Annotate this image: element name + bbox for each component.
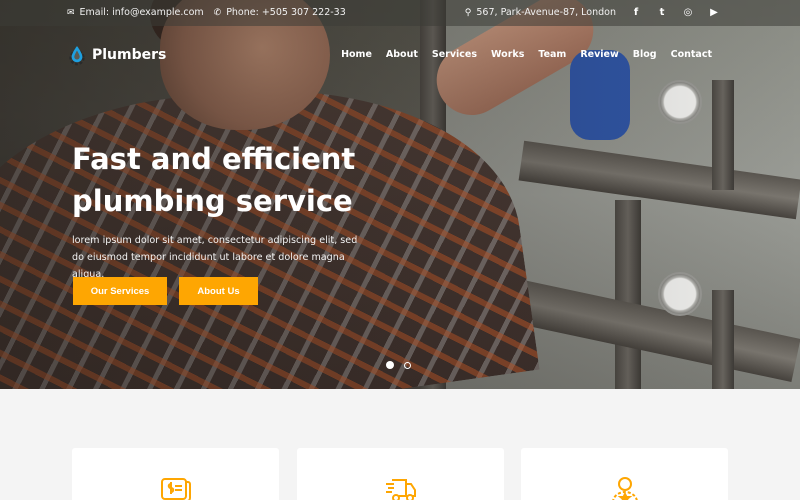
water-drop-gear-icon bbox=[69, 46, 85, 66]
nav-item-team[interactable]: Team bbox=[538, 49, 566, 60]
phone-info[interactable]: ✆ Phone: +505 307 222-33 bbox=[214, 7, 346, 18]
service-card[interactable] bbox=[72, 448, 279, 500]
nav-item-services[interactable]: Services bbox=[432, 49, 477, 60]
services-section bbox=[0, 389, 800, 500]
nav-item-home[interactable]: Home bbox=[341, 49, 372, 60]
nav-item-about[interactable]: About bbox=[386, 49, 418, 60]
hero-title: Fast and efficient plumbing service bbox=[72, 138, 432, 222]
nav-item-works[interactable]: Works bbox=[491, 49, 524, 60]
nav-item-contact[interactable]: Contact bbox=[671, 49, 712, 60]
delivery-truck-icon bbox=[385, 479, 416, 500]
top-info-bar: ✉ Email: info@example.com ✆ Phone: +505 … bbox=[0, 0, 800, 26]
invoice-dollar-icon bbox=[160, 478, 191, 500]
our-services-button[interactable]: Our Services bbox=[73, 277, 167, 305]
email-text: Email: info@example.com bbox=[79, 7, 204, 18]
phone-icon: ✆ bbox=[213, 7, 222, 18]
slider-dot[interactable] bbox=[404, 361, 411, 369]
envelope-icon: ✉ bbox=[67, 7, 75, 18]
youtube-icon[interactable]: ▶ bbox=[708, 7, 720, 18]
about-us-button[interactable]: About Us bbox=[179, 277, 258, 305]
map-pin-icon: ⚲ bbox=[464, 7, 472, 18]
slider-pagination bbox=[386, 361, 411, 369]
hero-banner: ✉ Email: info@example.com ✆ Phone: +505 … bbox=[0, 0, 800, 389]
facebook-icon[interactable]: f bbox=[630, 7, 642, 18]
hero-subtitle: lorem ipsum dolor sit amet, consectetur … bbox=[72, 235, 358, 280]
nav-item-blog[interactable]: Blog bbox=[633, 49, 657, 60]
main-nav: Home About Services Works Team Review Bl… bbox=[327, 49, 712, 60]
service-card[interactable] bbox=[521, 448, 728, 500]
hero-title-line1: Fast and efficient bbox=[72, 142, 356, 176]
site-logo[interactable]: Plumbers bbox=[68, 44, 166, 66]
instagram-icon[interactable]: ◎ bbox=[682, 7, 694, 18]
slider-dot-active[interactable] bbox=[386, 361, 394, 369]
twitter-icon[interactable]: t bbox=[656, 7, 668, 18]
address-info: ⚲ 567, Park-Avenue-87, London bbox=[465, 7, 616, 18]
phone-text: Phone: +505 307 222-33 bbox=[226, 7, 346, 18]
nav-item-review[interactable]: Review bbox=[580, 49, 618, 60]
hero-title-line2: plumbing service bbox=[72, 184, 353, 218]
address-text: 567, Park-Avenue-87, London bbox=[476, 7, 616, 18]
service-card[interactable] bbox=[297, 448, 504, 500]
user-star-icon bbox=[611, 477, 638, 500]
brand-name: Plumbers bbox=[92, 47, 167, 63]
email-info[interactable]: ✉ Email: info@example.com bbox=[67, 7, 204, 18]
